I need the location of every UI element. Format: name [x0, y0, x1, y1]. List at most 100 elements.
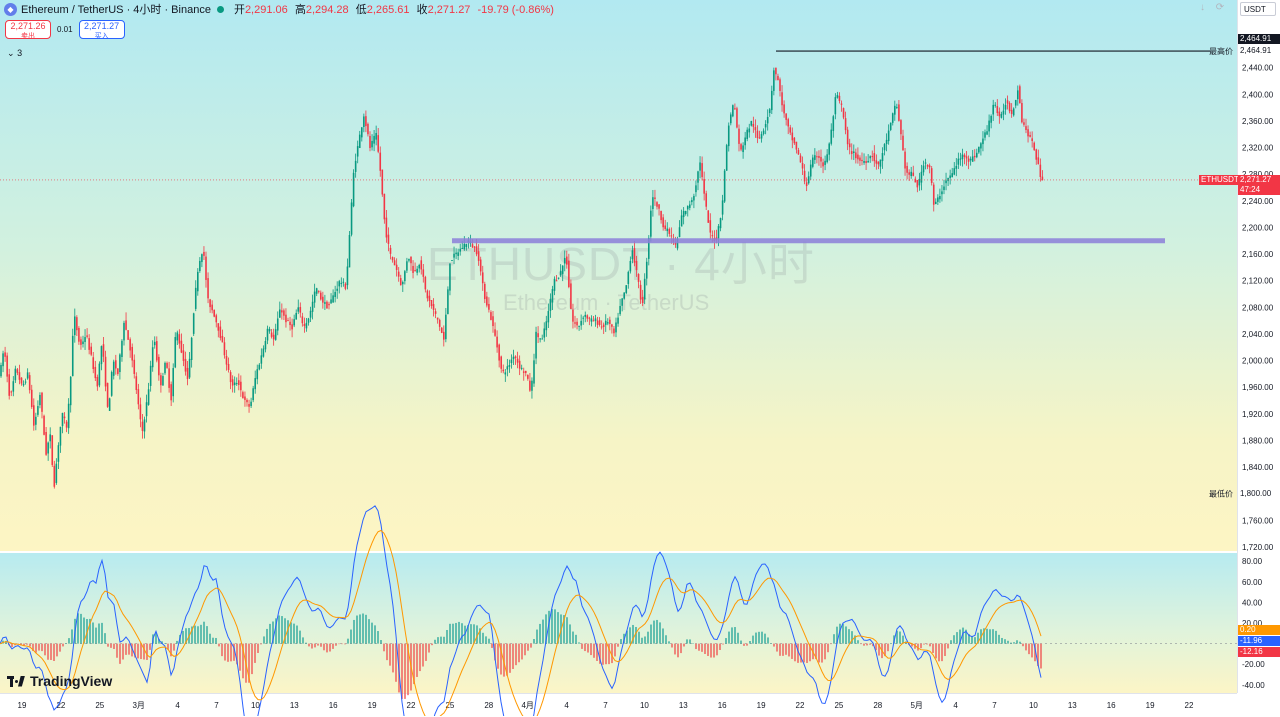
candle-body: [381, 169, 384, 195]
chevron-down-icon: ⌄: [7, 48, 15, 58]
histogram-bar: [539, 623, 541, 644]
histogram-bar: [281, 616, 283, 644]
histogram-bar: [1010, 642, 1012, 644]
candle-body: [229, 372, 232, 383]
histogram-bar: [26, 643, 28, 645]
candle-body: [151, 347, 154, 368]
candle-body: [279, 309, 281, 318]
sell-price: 2,271.26: [10, 21, 46, 31]
candle-body: [631, 250, 634, 260]
candle-body: [555, 280, 558, 282]
candle-body: [705, 193, 707, 207]
candle-body: [566, 256, 568, 265]
histogram-bar: [305, 642, 307, 644]
candle-body: [639, 284, 642, 300]
histogram-bar: [1019, 641, 1021, 644]
arrow-down-icon[interactable]: ↓: [1200, 2, 1205, 13]
candle-body: [820, 156, 822, 162]
histogram-bar: [461, 623, 463, 644]
histogram-bar: [395, 643, 397, 682]
histogram-bar: [278, 615, 280, 644]
candle-body: [949, 175, 951, 179]
histogram-bar: [29, 643, 31, 647]
candle-body: [53, 465, 56, 487]
buy-button[interactable]: 2,271.27 买入: [78, 20, 125, 40]
indicator-value-tag: 0.20: [1238, 625, 1280, 635]
sell-button[interactable]: 2,271.26 卖出: [5, 20, 51, 40]
histogram-bar: [728, 631, 730, 644]
candle-body: [375, 133, 377, 140]
candle-body: [313, 291, 316, 303]
symbol-title[interactable]: Ethereum / TetherUS · 4小时 · Binance: [21, 1, 211, 17]
candle-body: [750, 121, 753, 126]
candle-body: [49, 434, 51, 442]
candle-body: [563, 257, 566, 264]
candle-body: [326, 301, 328, 309]
candle-body: [508, 365, 511, 367]
candle-body: [112, 361, 115, 376]
price-chart[interactable]: 1,720.00 1,760.00 1,800.00 1,840.00 1,880.00…: [0, 0, 1280, 716]
histogram-bar: [257, 643, 259, 653]
histogram-bar: [290, 622, 292, 644]
candle-body: [4, 352, 6, 357]
histogram-bar: [308, 643, 310, 647]
time-tick-label: 25: [834, 701, 843, 710]
candle-body: [211, 304, 213, 311]
candle-body: [670, 235, 673, 237]
histogram-bar: [947, 643, 949, 649]
price-tick-label: 1,960.00: [1242, 383, 1274, 392]
candle-body: [453, 253, 455, 258]
candle-body: [445, 314, 447, 340]
histogram-bar: [416, 643, 418, 677]
candle-body: [178, 334, 181, 344]
histogram-bar: [119, 643, 121, 664]
histogram-bar: [671, 643, 673, 648]
candle-body: [84, 337, 86, 343]
candle-body: [225, 355, 228, 365]
histogram-bar: [995, 630, 997, 644]
histogram-bar: [485, 636, 487, 644]
histogram-bar: [59, 643, 61, 652]
histogram-bar: [521, 643, 523, 660]
candle-body: [369, 135, 371, 149]
indicator-tick-label: 40.00: [1242, 598, 1263, 607]
candle-body: [379, 152, 382, 171]
candle-body: [410, 256, 412, 264]
candle-body: [693, 195, 695, 201]
candle-body: [846, 129, 849, 145]
candle-body: [1004, 104, 1007, 110]
indicators-toggle[interactable]: ⌄ 3: [7, 48, 22, 59]
histogram-bar: [206, 626, 208, 644]
candle-body: [771, 90, 773, 111]
candle-body: [449, 263, 451, 291]
candle-body: [725, 145, 728, 171]
histogram-bar: [605, 643, 607, 665]
histogram-bar: [731, 627, 733, 644]
histogram-bar: [761, 631, 763, 644]
candle-body: [656, 202, 658, 207]
histogram-bar: [194, 625, 196, 644]
histogram-bar: [698, 643, 700, 651]
candle-body: [309, 310, 312, 318]
candle-body: [129, 339, 131, 351]
time-tick-label: 13: [1068, 701, 1077, 710]
candle-body: [857, 154, 859, 160]
candle-body: [969, 158, 972, 161]
candle-body: [768, 109, 771, 113]
time-tick-label: 3月: [132, 701, 144, 710]
signal-line: [0, 529, 1042, 716]
candle-body: [488, 303, 490, 310]
tradingview-logo[interactable]: TradingView: [7, 673, 112, 689]
histogram-bar: [227, 643, 229, 662]
candle-body: [695, 185, 697, 193]
currency-select[interactable]: USDT: [1240, 2, 1276, 16]
candle-body: [976, 152, 978, 158]
sync-icon[interactable]: ⟳: [1216, 2, 1224, 13]
symbol-price-tag: ETHUSDT: [1199, 174, 1241, 185]
histogram-bar: [569, 624, 571, 644]
histogram-bar: [491, 643, 493, 648]
candle-body: [465, 244, 468, 248]
candle-body: [549, 298, 552, 311]
candle-body: [240, 381, 242, 391]
candle-body: [389, 247, 392, 254]
